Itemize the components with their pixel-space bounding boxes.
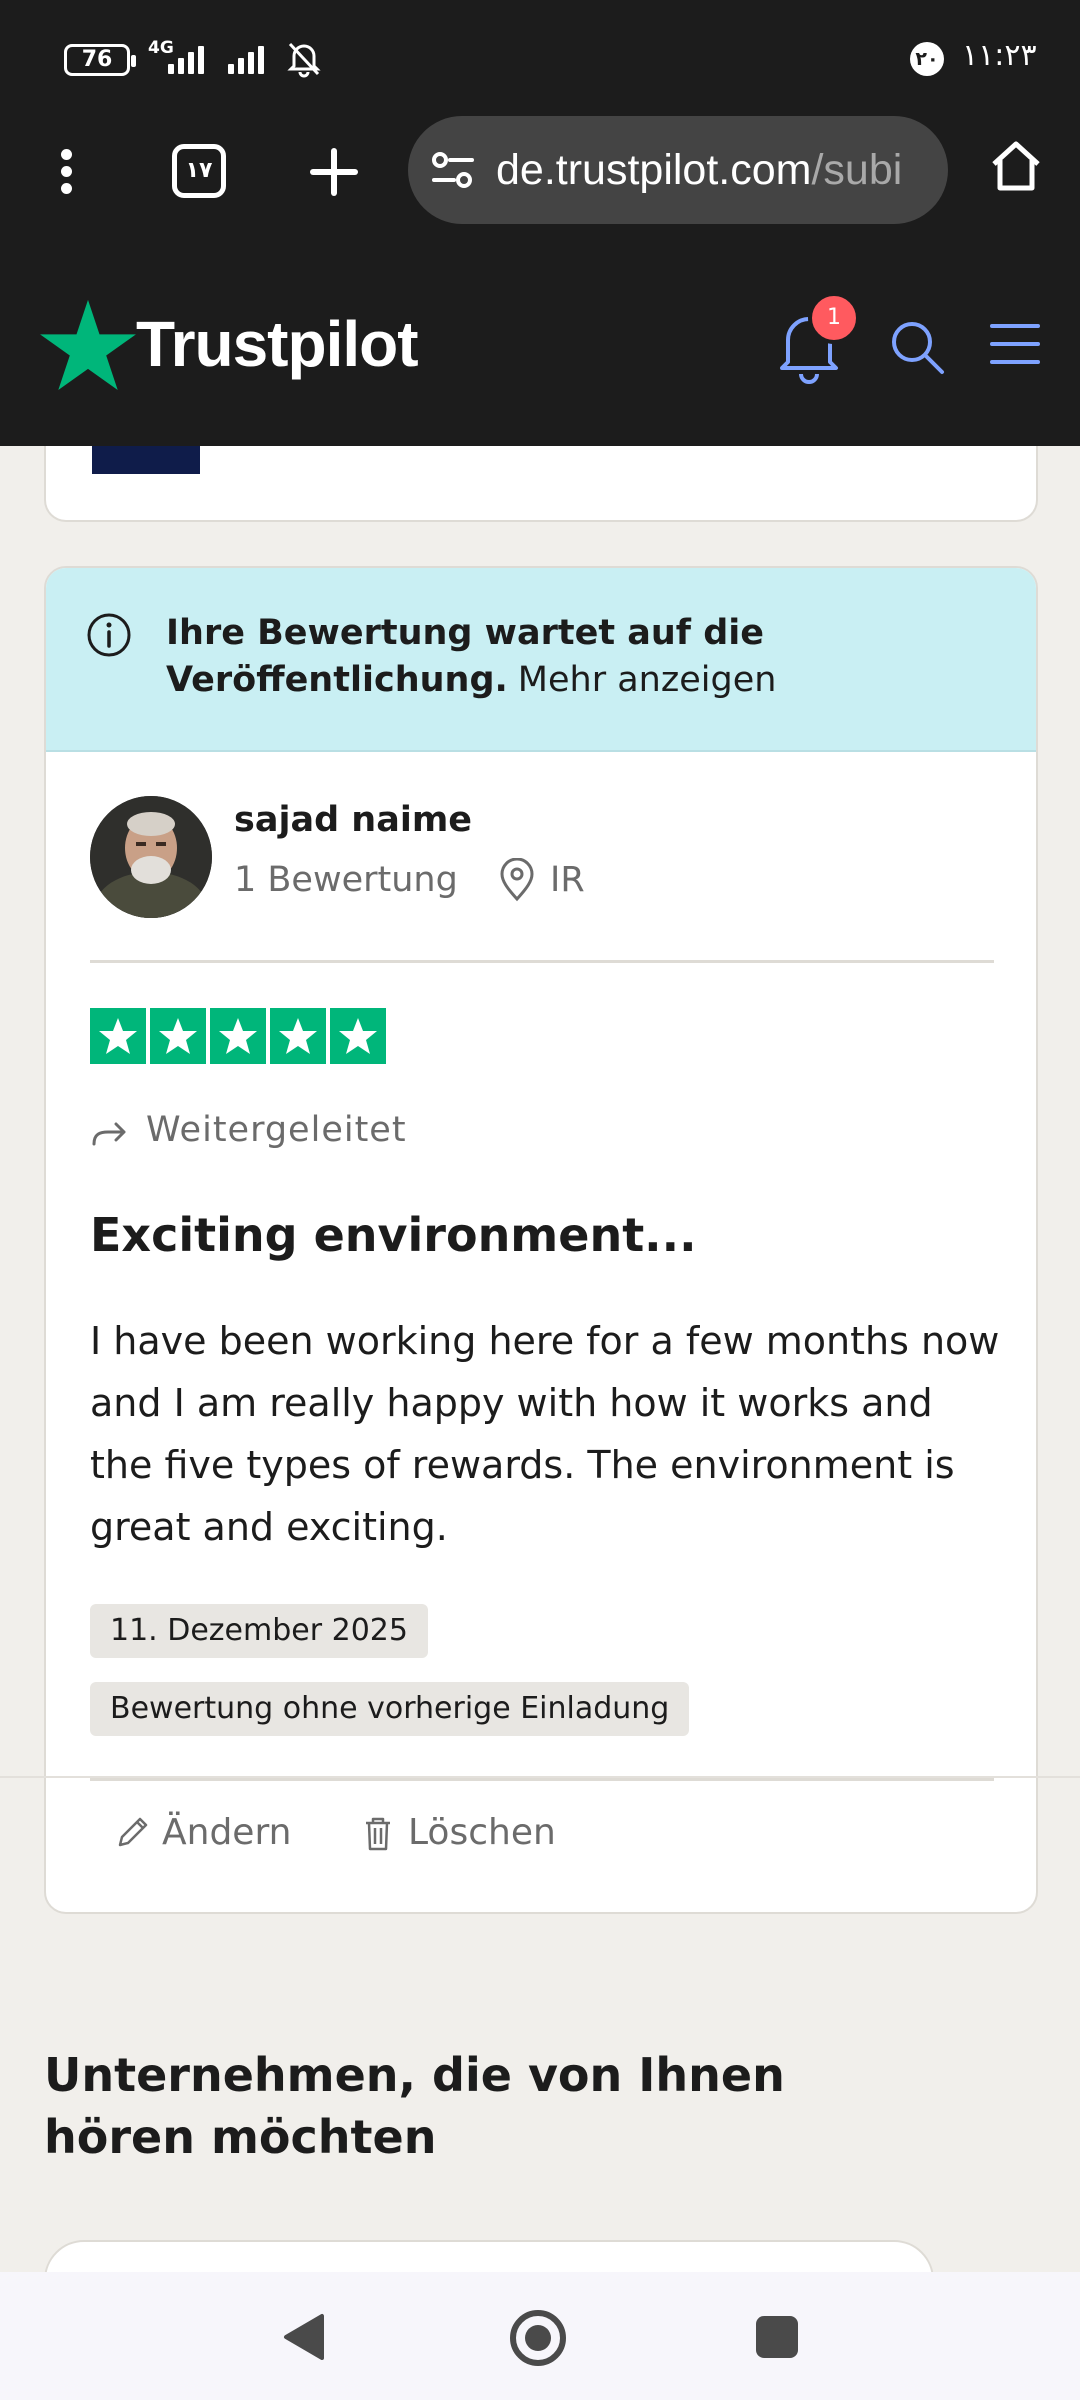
review-body: I have been working here for a few month…: [90, 1319, 1000, 1549]
review-source-tag: Bewertung ohne vorherige Einladung: [90, 1682, 690, 1736]
search-icon[interactable]: [888, 318, 946, 376]
home-button[interactable]: [510, 2310, 566, 2366]
pencil-icon: [118, 1817, 148, 1846]
new-tab-button[interactable]: [306, 144, 362, 200]
recents-button[interactable]: [756, 2316, 798, 2358]
delete-label: Löschen: [408, 1812, 556, 1853]
sim-badge: ۲۰: [910, 42, 944, 76]
star-icon: [270, 1008, 326, 1064]
star-logo-icon: [40, 299, 136, 390]
star-icon: [330, 1008, 386, 1064]
url-text[interactable]: de.trustpilot.com/subi: [496, 140, 926, 200]
review-title: Exciting environment...: [90, 1208, 697, 1262]
company-logo: [92, 446, 200, 474]
edit-button[interactable]: Ändern: [112, 1812, 291, 1853]
edit-label: Ändern: [162, 1812, 292, 1853]
pending-notice: Ihre Bewertung wartet auf die Veröffentl…: [46, 568, 1036, 752]
avatar: [90, 796, 212, 918]
battery-indicator: 76: [64, 44, 136, 76]
location-pin-icon: [500, 858, 534, 902]
system-navigation-bar: [0, 2272, 1080, 2400]
review-card: Ihre Bewertung wartet auf die Veröffentl…: [44, 566, 1038, 1914]
trash-icon: [366, 1817, 390, 1850]
review-date-tag: 11. Dezember 2025: [90, 1604, 428, 1658]
back-icon[interactable]: [282, 2312, 326, 2362]
signal-icon: [228, 42, 264, 74]
clock: ۱۱:۲۳: [962, 38, 1037, 73]
forwarded-label: Weitergeleitet: [146, 1110, 407, 1150]
notification-badge: 1: [808, 292, 860, 344]
show-more-link[interactable]: Mehr anzeigen: [518, 660, 777, 700]
address-bar[interactable]: de.trustpilot.com/subi: [408, 116, 948, 224]
review-count: 1 Bewertung: [234, 860, 458, 900]
site-header: Trustpilot 1: [0, 260, 1080, 446]
trustpilot-logo[interactable]: Trustpilot: [40, 298, 419, 390]
bell-off-icon: [287, 42, 321, 78]
star-rating: [90, 1008, 386, 1064]
companies-heading: Unternehmen, die von Ihnen hören möchten: [44, 2048, 785, 2164]
previous-card: [44, 446, 1038, 522]
forward-arrow-icon: [92, 1122, 126, 1146]
reviewer-country: IR: [550, 860, 585, 900]
tab-switcher-button[interactable]: ۱۷: [172, 144, 226, 198]
divider: [90, 960, 994, 963]
home-icon[interactable]: [988, 138, 1044, 194]
reviewer-name[interactable]: sajad naime: [234, 800, 472, 840]
menu-icon[interactable]: [52, 146, 80, 202]
divider: [90, 1778, 994, 1781]
signal-icon: [168, 42, 204, 74]
browser-toolbar: ۱۷ de.trustpilot.com/subi: [0, 110, 1080, 260]
hamburger-menu-icon[interactable]: [990, 324, 1040, 368]
info-icon: [87, 613, 131, 657]
section-divider: [0, 1776, 1080, 1778]
star-icon: [210, 1008, 266, 1064]
site-settings-icon[interactable]: [430, 148, 476, 194]
pending-message: Ihre Bewertung wartet auf die Veröffentl…: [166, 610, 946, 704]
delete-button[interactable]: Löschen: [358, 1812, 556, 1853]
star-icon: [150, 1008, 206, 1064]
star-icon: [90, 1008, 146, 1064]
status-bar: 76 4G ۲۰ ۱۱:۲۳: [0, 0, 1080, 110]
